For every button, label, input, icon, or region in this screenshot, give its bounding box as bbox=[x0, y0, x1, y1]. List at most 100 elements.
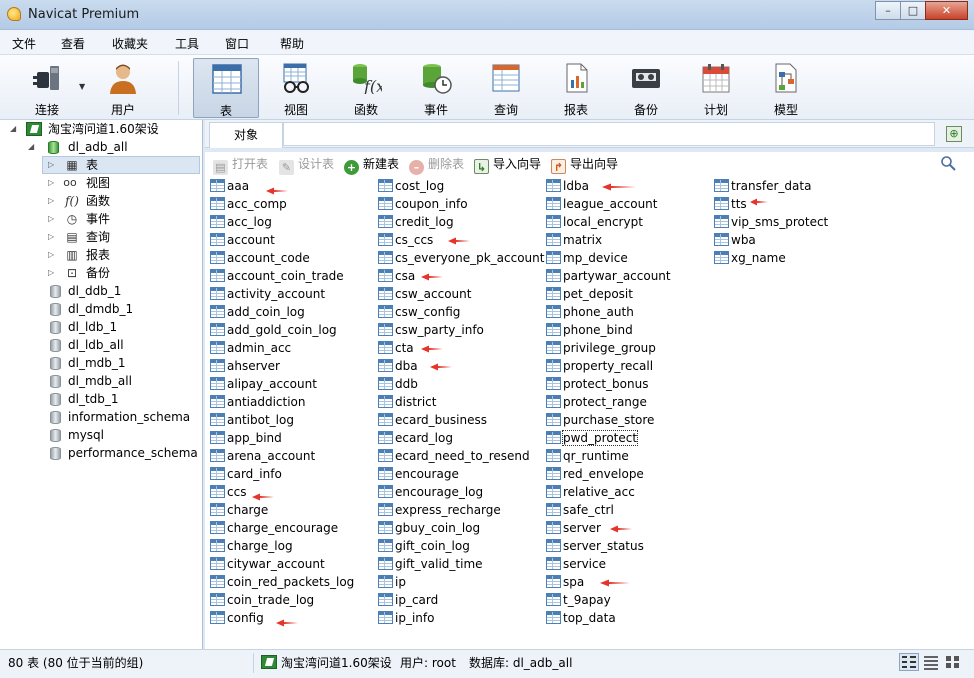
expand-arrow-icon[interactable]: ▷ bbox=[48, 228, 58, 246]
table-item[interactable]: csa bbox=[376, 267, 544, 285]
table-item[interactable]: encourage_log bbox=[376, 483, 544, 501]
table-item[interactable]: csw_party_info bbox=[376, 321, 544, 339]
table-item[interactable]: express_recharge bbox=[376, 501, 544, 519]
table-item[interactable]: ddb bbox=[376, 375, 544, 393]
export-wizard-button[interactable]: ↱ 导出向导 bbox=[551, 155, 618, 174]
expand-arrow-icon[interactable]: ▷ bbox=[48, 192, 58, 210]
table-item[interactable]: ahserver bbox=[208, 357, 354, 375]
detail-view-button[interactable] bbox=[921, 653, 941, 671]
table-item[interactable]: safe_ctrl bbox=[544, 501, 671, 519]
table-item[interactable]: ecard_business bbox=[376, 411, 544, 429]
table-item[interactable]: transfer_data bbox=[712, 177, 828, 195]
table-item[interactable]: xg_name bbox=[712, 249, 828, 267]
menu-file[interactable]: 文件 bbox=[12, 35, 36, 52]
expand-arrow-icon[interactable]: ▷ bbox=[48, 156, 58, 174]
table-item[interactable]: local_encrypt bbox=[544, 213, 671, 231]
toolbar-event-button[interactable]: 事件 bbox=[403, 58, 469, 118]
table-item[interactable]: service bbox=[544, 555, 671, 573]
table-item[interactable]: acc_comp bbox=[208, 195, 354, 213]
table-item[interactable]: gift_coin_log bbox=[376, 537, 544, 555]
toolbar-schedule-button[interactable]: 计划 bbox=[683, 58, 749, 118]
maximize-button[interactable]: □ bbox=[900, 1, 926, 20]
table-item[interactable]: qr_runtime bbox=[544, 447, 671, 465]
table-item[interactable]: add_gold_coin_log bbox=[208, 321, 354, 339]
table-item[interactable]: protect_bonus bbox=[544, 375, 671, 393]
table-item[interactable]: relative_acc bbox=[544, 483, 671, 501]
table-item[interactable]: app_bind bbox=[208, 429, 354, 447]
table-item[interactable]: ip bbox=[376, 573, 544, 591]
table-item[interactable]: coin_trade_log bbox=[208, 591, 354, 609]
table-item[interactable]: credit_log bbox=[376, 213, 544, 231]
table-item[interactable]: admin_acc bbox=[208, 339, 354, 357]
new-table-button[interactable]: + 新建表 bbox=[344, 155, 399, 175]
table-item[interactable]: pet_deposit bbox=[544, 285, 671, 303]
table-item[interactable]: citywar_account bbox=[208, 555, 354, 573]
icon-view-button[interactable] bbox=[943, 653, 963, 671]
expand-arrow-icon[interactable]: ▷ bbox=[48, 174, 58, 192]
menu-favorites[interactable]: 收藏夹 bbox=[112, 35, 148, 52]
toolbar-user-button[interactable]: 用户 bbox=[90, 58, 156, 118]
expand-arrow-icon[interactable]: ▷ bbox=[48, 246, 58, 264]
toolbar-backup-button[interactable]: 备份 bbox=[613, 58, 679, 118]
table-item[interactable]: cost_log bbox=[376, 177, 544, 195]
connect-dropdown-icon[interactable]: ▼ bbox=[79, 82, 85, 91]
import-wizard-button[interactable]: ↳ 导入向导 bbox=[474, 155, 541, 174]
delete-table-button[interactable]: – 删除表 bbox=[409, 155, 464, 175]
table-item[interactable]: csw_account bbox=[376, 285, 544, 303]
table-item[interactable]: charge bbox=[208, 501, 354, 519]
menu-window[interactable]: 窗口 bbox=[225, 35, 249, 52]
table-item[interactable]: phone_auth bbox=[544, 303, 671, 321]
table-item[interactable]: top_data bbox=[544, 609, 671, 627]
table-item[interactable]: ip_card bbox=[376, 591, 544, 609]
table-item[interactable]: arena_account bbox=[208, 447, 354, 465]
table-item[interactable]: account_code bbox=[208, 249, 354, 267]
table-item[interactable]: gift_valid_time bbox=[376, 555, 544, 573]
menu-view[interactable]: 查看 bbox=[61, 35, 85, 52]
table-item[interactable]: vip_sms_protect bbox=[712, 213, 828, 231]
minimize-button[interactable]: – bbox=[875, 1, 901, 20]
table-item[interactable]: property_recall bbox=[544, 357, 671, 375]
table-item[interactable]: tts bbox=[712, 195, 828, 213]
table-item[interactable]: red_envelope bbox=[544, 465, 671, 483]
table-item[interactable]: charge_encourage bbox=[208, 519, 354, 537]
table-item[interactable]: cs_everyone_pk_account bbox=[376, 249, 544, 267]
close-button[interactable]: ✕ bbox=[925, 1, 968, 20]
toolbar-connect-button[interactable]: 连接 bbox=[14, 58, 80, 118]
expand-arrow-icon[interactable]: ▷ bbox=[48, 210, 58, 228]
table-item[interactable]: matrix bbox=[544, 231, 671, 249]
toolbar-table-button[interactable]: 表 bbox=[193, 58, 259, 118]
toolbar-model-button[interactable]: 模型 bbox=[753, 58, 819, 118]
table-item[interactable]: purchase_store bbox=[544, 411, 671, 429]
table-item[interactable]: csw_config bbox=[376, 303, 544, 321]
table-item[interactable]: coupon_info bbox=[376, 195, 544, 213]
tab-objects[interactable]: 对象 bbox=[209, 122, 283, 148]
collapse-arrow-icon[interactable]: ◢ bbox=[10, 120, 20, 138]
table-item[interactable]: encourage bbox=[376, 465, 544, 483]
table-item[interactable]: coin_red_packets_log bbox=[208, 573, 354, 591]
table-item[interactable]: add_coin_log bbox=[208, 303, 354, 321]
table-item[interactable]: district bbox=[376, 393, 544, 411]
table-item[interactable]: account bbox=[208, 231, 354, 249]
expand-arrow-icon[interactable]: ▷ bbox=[48, 264, 58, 282]
search-icon[interactable] bbox=[940, 155, 956, 171]
menu-tools[interactable]: 工具 bbox=[175, 35, 199, 52]
toolbar-view-button[interactable]: 视图 bbox=[263, 58, 329, 118]
table-item[interactable]: account_coin_trade bbox=[208, 267, 354, 285]
table-item[interactable]: dba bbox=[376, 357, 544, 375]
toolbar-report-button[interactable]: 报表 bbox=[543, 58, 609, 118]
table-item[interactable]: ccs bbox=[208, 483, 354, 501]
table-item[interactable]: charge_log bbox=[208, 537, 354, 555]
table-item[interactable]: ecard_need_to_resend bbox=[376, 447, 544, 465]
list-view-button[interactable] bbox=[899, 653, 919, 671]
table-item[interactable]: card_info bbox=[208, 465, 354, 483]
table-item[interactable]: server bbox=[544, 519, 671, 537]
table-item[interactable]: pwd_protect bbox=[544, 429, 671, 447]
toolbar-query-button[interactable]: 查询 bbox=[473, 58, 539, 118]
table-item[interactable]: cta bbox=[376, 339, 544, 357]
table-item[interactable]: league_account bbox=[544, 195, 671, 213]
design-table-button[interactable]: ✎ 设计表 bbox=[279, 155, 334, 175]
table-item[interactable]: ecard_log bbox=[376, 429, 544, 447]
open-table-button[interactable]: ▤ 打开表 bbox=[213, 155, 268, 175]
menu-help[interactable]: 帮助 bbox=[280, 35, 304, 52]
table-item[interactable]: mp_device bbox=[544, 249, 671, 267]
